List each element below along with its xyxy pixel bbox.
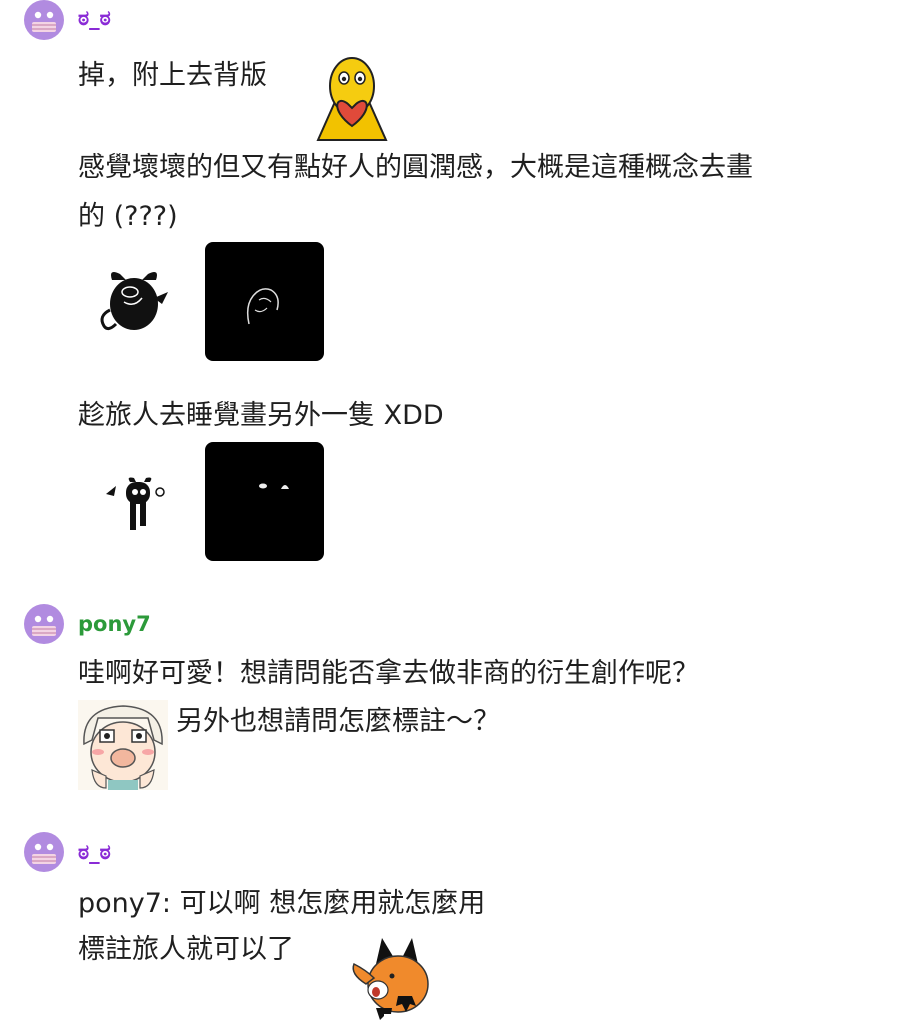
devil-bull-sticker xyxy=(100,272,168,331)
dark-sticker xyxy=(205,442,324,561)
message-text: 掉，附上去背版 xyxy=(78,60,267,91)
message-text: 標註旅人就可以了 xyxy=(78,934,294,965)
message-text: 感覺壞壞的但又有點好人的圓潤感，大概是這種概念去畫 xyxy=(78,152,753,183)
user-avatar[interactable] xyxy=(24,832,64,872)
message-text: 哇啊好可愛！想請問能否拿去做非商的衍生創作呢？ xyxy=(78,658,699,689)
username[interactable]: ಠ_ಠ xyxy=(78,840,111,865)
username[interactable]: ಠ_ಠ xyxy=(78,6,111,31)
user-avatar[interactable] xyxy=(24,604,64,644)
dark-sticker xyxy=(205,242,324,361)
message-text: 的 (???) xyxy=(78,201,178,232)
username[interactable]: pony7 xyxy=(78,612,151,636)
message-text: 趁旅人去睡覺畫另外一隻 XDD xyxy=(78,400,444,431)
user-avatar[interactable] xyxy=(24,0,64,40)
message-text: pony7: 可以啊 想怎麼用就怎麼用 xyxy=(78,888,486,919)
eyes-icon xyxy=(259,483,289,489)
anime-girl-sticker xyxy=(78,700,168,790)
small-devil-sticker xyxy=(106,477,165,530)
devil-outline-icon xyxy=(246,288,279,325)
message-text: 另外也想請問怎麼標註～？ xyxy=(176,706,500,737)
fox-sticker xyxy=(352,938,429,1022)
yellow-bird-sticker xyxy=(316,57,388,141)
